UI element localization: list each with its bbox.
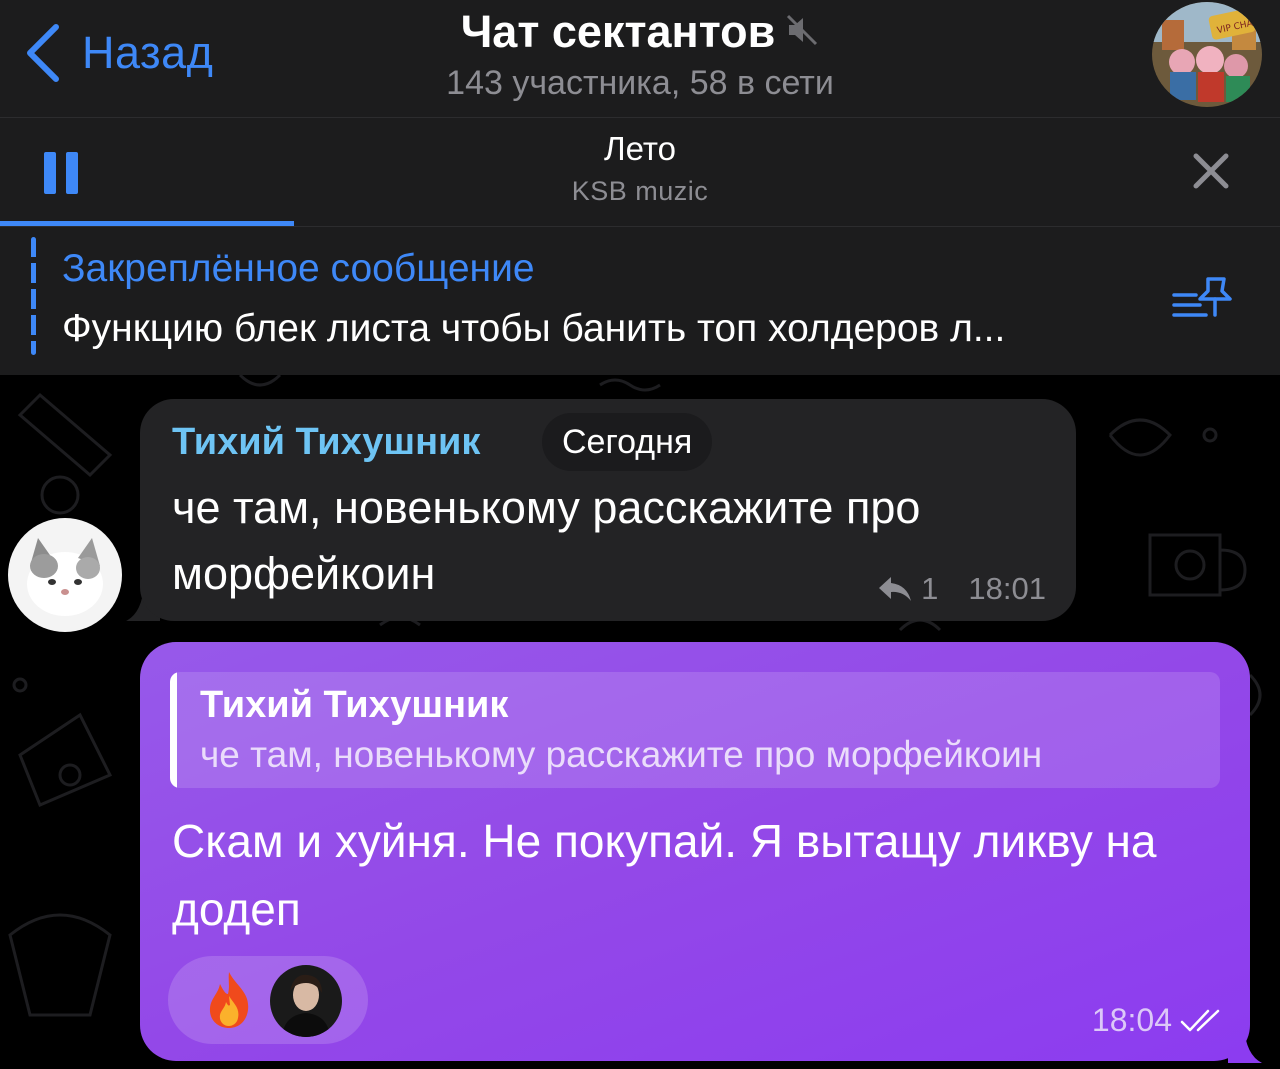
chat-header: Назад Чат сектантов 143 участника, 58 в …	[0, 0, 1280, 118]
reaction-chip[interactable]	[168, 956, 368, 1044]
chat-title: Чат сектантов	[460, 6, 776, 57]
message-text: Скам и хуйня. Не покупай. Я вытащу ликву…	[172, 815, 1157, 935]
track-title: Лето	[603, 130, 676, 167]
speaker-muted-icon	[785, 13, 819, 52]
pinned-indicator	[31, 237, 36, 355]
chat-messages-area[interactable]: Тихий Тихушник Сегодня че там, новеньком…	[0, 375, 1280, 1069]
reply-sender-name: Тихий Тихушник	[200, 684, 509, 726]
date-separator: Сегодня	[542, 413, 713, 471]
pinned-list-icon[interactable]	[1170, 273, 1236, 325]
sender-name[interactable]: Тихий Тихушник	[172, 421, 480, 464]
track-info[interactable]: Лето KSB muzic	[340, 130, 940, 207]
chevron-left-icon	[27, 24, 59, 82]
sender-avatar[interactable]	[8, 518, 122, 632]
outgoing-message-bubble[interactable]: Тихий Тихушник че там, новенькому расска…	[140, 642, 1250, 1061]
fire-icon	[209, 972, 249, 1028]
pinned-text: Функцию блек листа чтобы банить топ холд…	[62, 307, 1006, 350]
pinned-message[interactable]: Закреплённое сообщение Функцию блек лист…	[0, 227, 1280, 375]
reply-text: че там, новенькому расскажите про морфей…	[200, 734, 1043, 775]
pause-button[interactable]	[44, 152, 78, 194]
message-meta: 18:04	[1092, 1002, 1226, 1039]
message-time: 18:04	[1091, 1002, 1172, 1038]
message-time: 18:01	[968, 571, 1046, 606]
double-check-icon	[1180, 1009, 1220, 1031]
replies-count[interactable]: 1	[921, 571, 938, 607]
close-icon[interactable]	[1188, 148, 1234, 194]
back-label: Назад	[82, 27, 214, 78]
incoming-message-bubble[interactable]: Тихий Тихушник Сегодня че там, новеньком…	[140, 399, 1076, 621]
player-progress-bar[interactable]	[0, 221, 294, 226]
reply-indicator	[170, 672, 177, 788]
pinned-label: Закреплённое сообщение	[62, 247, 535, 290]
back-button[interactable]: Назад	[22, 18, 213, 88]
chat-avatar[interactable]: VIP CHAT	[1152, 2, 1262, 107]
reply-quote[interactable]: Тихий Тихушник че там, новенькому расска…	[170, 672, 1220, 788]
reactor-avatar[interactable]	[270, 965, 342, 1037]
reply-arrow-icon[interactable]	[877, 575, 913, 603]
audio-player[interactable]: Лето KSB muzic	[0, 118, 1280, 227]
message-meta: 1 18:01	[877, 571, 1046, 607]
track-artist: KSB muzic	[571, 176, 709, 206]
chat-title-area[interactable]: Чат сектантов 143 участника, 58 в сети	[300, 6, 980, 103]
chat-subtitle: 143 участника, 58 в сети	[446, 64, 834, 102]
